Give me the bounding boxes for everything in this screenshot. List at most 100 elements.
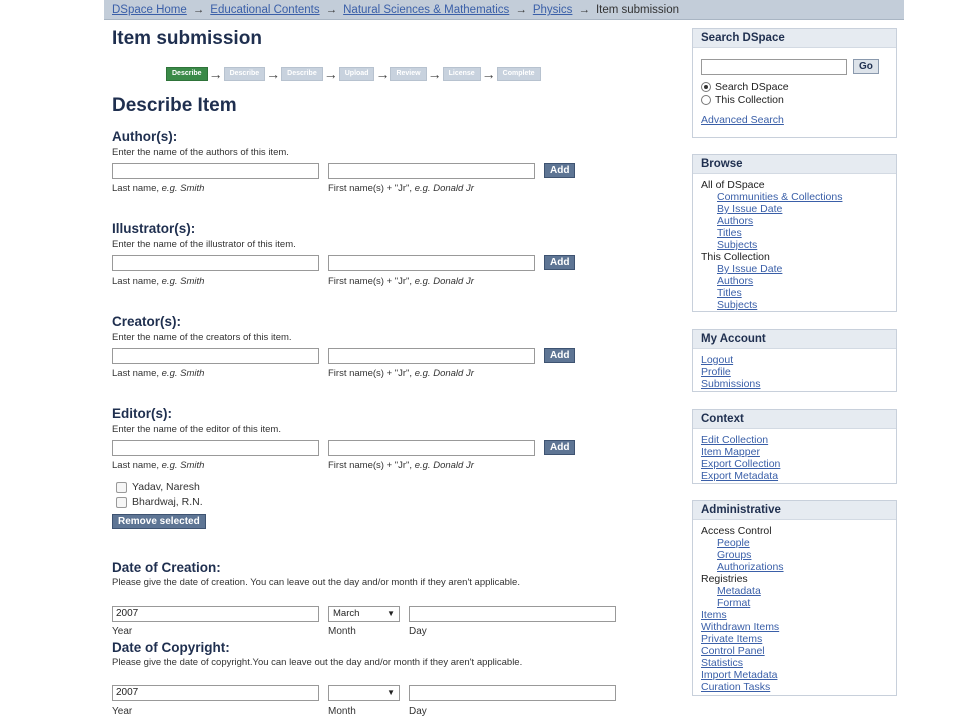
- add-editor-button[interactable]: Add: [544, 440, 576, 455]
- edit-collection-link[interactable]: Edit Collection: [701, 434, 768, 446]
- breadcrumb-physics[interactable]: Physics: [533, 4, 573, 16]
- browse-collection-by-issue-date-link[interactable]: By Issue Date: [717, 263, 782, 275]
- sublabel-text: First name(s) + "Jr",: [328, 183, 415, 194]
- copyright-month-select[interactable]: ▼: [328, 685, 400, 701]
- add-illustrator-button[interactable]: Add: [544, 255, 576, 270]
- sublabel-text: Last name,: [112, 460, 162, 471]
- arrow-right-icon: →: [481, 65, 496, 82]
- items-link[interactable]: Items: [701, 609, 727, 621]
- breadcrumb-natural-sciences[interactable]: Natural Sciences & Mathematics: [343, 4, 509, 16]
- search-scope-collection[interactable]: This Collection: [701, 94, 888, 106]
- sublabel-example: e.g. Donald Jr: [414, 183, 474, 194]
- creation-year-input[interactable]: 2007: [112, 606, 319, 622]
- sublabel-example: e.g. Smith: [161, 276, 205, 287]
- creator-first-name-input[interactable]: [328, 348, 535, 364]
- breadcrumb-current: Item submission: [595, 4, 680, 16]
- import-metadata-link[interactable]: Import Metadata: [701, 669, 777, 681]
- submissions-link[interactable]: Submissions: [701, 378, 761, 390]
- date-creation-hint: Please give the date of creation. You ca…: [112, 577, 520, 588]
- sublabel-example: e.g. Donald Jr: [414, 368, 474, 379]
- copyright-day-input[interactable]: [409, 685, 616, 701]
- search-panel-title: Search DSpace: [693, 29, 896, 48]
- private-items-link[interactable]: Private Items: [701, 633, 762, 645]
- progress-step-complete[interactable]: Complete: [496, 66, 541, 81]
- browse-all-titles-link[interactable]: Titles: [717, 227, 742, 239]
- editor-last-name-input[interactable]: [112, 440, 319, 456]
- control-panel-link[interactable]: Control Panel: [701, 645, 765, 657]
- copyright-day-label: Day: [409, 706, 427, 717]
- account-panel-title: My Account: [693, 330, 896, 349]
- creator-last-name-sublabel: Last name, e.g. Smith: [112, 368, 204, 379]
- browse-collection-subjects-link[interactable]: Subjects: [717, 299, 757, 311]
- creation-day-input[interactable]: [409, 606, 616, 622]
- creator-last-name-input[interactable]: [112, 348, 319, 364]
- withdrawn-items-link[interactable]: Withdrawn Items: [701, 621, 779, 633]
- item-mapper-link[interactable]: Item Mapper: [701, 446, 760, 458]
- profile-link[interactable]: Profile: [701, 366, 731, 378]
- admin-panel-title: Administrative: [693, 501, 896, 520]
- editor-first-name-input[interactable]: [328, 440, 535, 456]
- radio-selected-icon[interactable]: [701, 82, 711, 93]
- export-metadata-link[interactable]: Export Metadata: [701, 470, 778, 482]
- breadcrumb-educational-contents[interactable]: Educational Contents: [210, 4, 319, 16]
- statistics-link[interactable]: Statistics: [701, 657, 743, 669]
- illustrator-first-name-input[interactable]: [328, 255, 535, 271]
- export-collection-link[interactable]: Export Collection: [701, 458, 780, 470]
- breadcrumb-home[interactable]: DSpace Home: [112, 4, 187, 16]
- editor-checkbox-2[interactable]: [116, 497, 127, 508]
- progress-step-describe-1[interactable]: Describe: [166, 66, 208, 81]
- progress-step-describe-2[interactable]: Describe: [223, 66, 266, 81]
- logout-link[interactable]: Logout: [701, 354, 733, 366]
- section-title: Describe Item: [112, 95, 237, 116]
- search-scope-all-label: Search DSpace: [715, 81, 789, 93]
- browse-collection-titles-link[interactable]: Titles: [717, 287, 742, 299]
- search-scope-collection-label: This Collection: [715, 94, 784, 106]
- browse-panel: Browse All of DSpace Communities & Colle…: [692, 154, 897, 312]
- go-button[interactable]: Go: [853, 59, 879, 74]
- context-panel: Context Edit Collection Item Mapper Expo…: [692, 409, 897, 484]
- search-panel: Search DSpace Go Search DSpace This Coll…: [692, 28, 897, 138]
- author-last-name-sublabel: Last name, e.g. Smith: [112, 183, 204, 194]
- remove-selected-button[interactable]: Remove selected: [112, 514, 206, 529]
- progress-step-review[interactable]: Review: [390, 66, 427, 81]
- admin-panel: Administrative Access Control People Gro…: [692, 500, 897, 696]
- browse-collection-label: This Collection: [701, 251, 770, 263]
- browse-collection-authors-link[interactable]: Authors: [717, 275, 753, 287]
- browse-all-by-issue-date-link[interactable]: By Issue Date: [717, 203, 782, 215]
- author-last-name-input[interactable]: [112, 163, 319, 179]
- breadcrumb-separator: →: [578, 4, 590, 16]
- creation-month-value: March: [333, 608, 360, 619]
- people-link[interactable]: People: [717, 537, 750, 549]
- progress-step-license[interactable]: License: [442, 66, 481, 81]
- browse-all-authors-link[interactable]: Authors: [717, 215, 753, 227]
- progress-step-upload[interactable]: Upload: [338, 66, 375, 81]
- advanced-search-link[interactable]: Advanced Search: [701, 114, 784, 126]
- author-first-name-input[interactable]: [328, 163, 535, 179]
- authorizations-link[interactable]: Authorizations: [717, 561, 784, 573]
- illustrators-hint: Enter the name of the illustrator of thi…: [112, 239, 296, 250]
- editor-entry-1: Yadav, Naresh: [132, 481, 200, 493]
- progress-step-describe-3[interactable]: Describe: [281, 66, 323, 81]
- add-author-button[interactable]: Add: [544, 163, 576, 178]
- breadcrumb-separator: →: [515, 4, 527, 16]
- creation-month-select[interactable]: March ▼: [328, 606, 400, 622]
- creation-month-label: Month: [328, 626, 356, 637]
- browse-communities-collections-link[interactable]: Communities & Collections: [717, 191, 842, 203]
- illustrator-last-name-input[interactable]: [112, 255, 319, 271]
- browse-all-subjects-link[interactable]: Subjects: [717, 239, 757, 251]
- format-registry-link[interactable]: Format: [717, 597, 750, 609]
- groups-link[interactable]: Groups: [717, 549, 751, 561]
- radio-unselected-icon[interactable]: [701, 95, 711, 106]
- editor-checkbox-1[interactable]: [116, 482, 127, 493]
- copyright-year-input[interactable]: 2007: [112, 685, 319, 701]
- add-creator-button[interactable]: Add: [544, 348, 576, 363]
- search-scope-all[interactable]: Search DSpace: [701, 81, 888, 93]
- search-input[interactable]: [701, 59, 847, 75]
- author-first-name-sublabel: First name(s) + "Jr", e.g. Donald Jr: [328, 183, 474, 194]
- metadata-registry-link[interactable]: Metadata: [717, 585, 761, 597]
- sublabel-text: Last name,: [112, 183, 162, 194]
- date-copyright-hint: Please give the date of copyright.You ca…: [112, 657, 523, 668]
- curation-tasks-link[interactable]: Curation Tasks: [701, 681, 770, 693]
- search-row: Go: [701, 59, 888, 75]
- editor-last-name-sublabel: Last name, e.g. Smith: [112, 460, 204, 471]
